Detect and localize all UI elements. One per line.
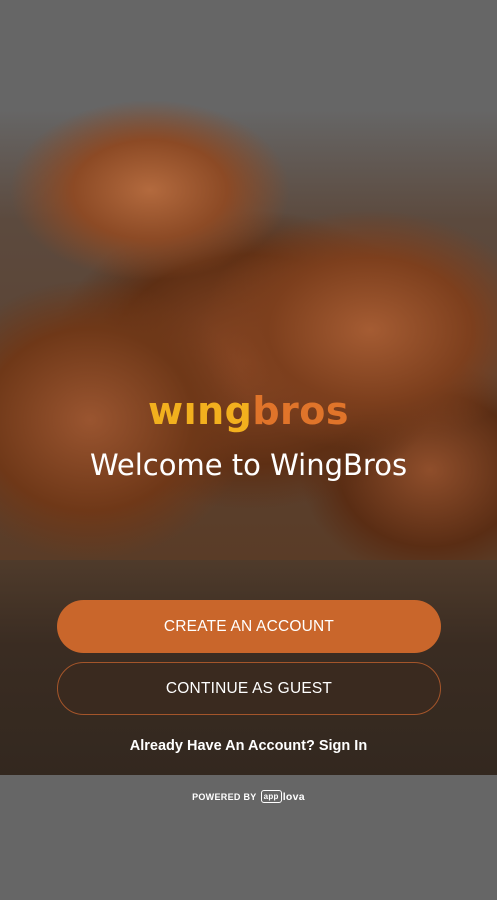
- create-account-button[interactable]: CREATE AN ACCOUNT: [57, 600, 441, 653]
- powered-by-footer: POWERED BY app lova: [0, 790, 497, 803]
- sign-in-link[interactable]: Already Have An Account? Sign In: [0, 738, 497, 754]
- applova-logo: app lova: [260, 790, 305, 803]
- logo-text-wing: wıng: [147, 389, 253, 433]
- powered-by-label: POWERED BY: [192, 791, 257, 802]
- logo-text-bros: bros: [252, 389, 350, 433]
- welcome-title: Welcome to WingBros: [89, 448, 408, 482]
- applova-logo-text: lova: [282, 790, 305, 803]
- continue-as-guest-label: CONTINUE AS GUEST: [165, 679, 333, 697]
- continue-as-guest-button[interactable]: CONTINUE AS GUEST: [57, 662, 441, 715]
- applova-logo-box: app: [260, 790, 282, 803]
- create-account-label: CREATE AN ACCOUNT: [163, 617, 335, 635]
- wingbros-logo: wıngbros: [0, 388, 497, 434]
